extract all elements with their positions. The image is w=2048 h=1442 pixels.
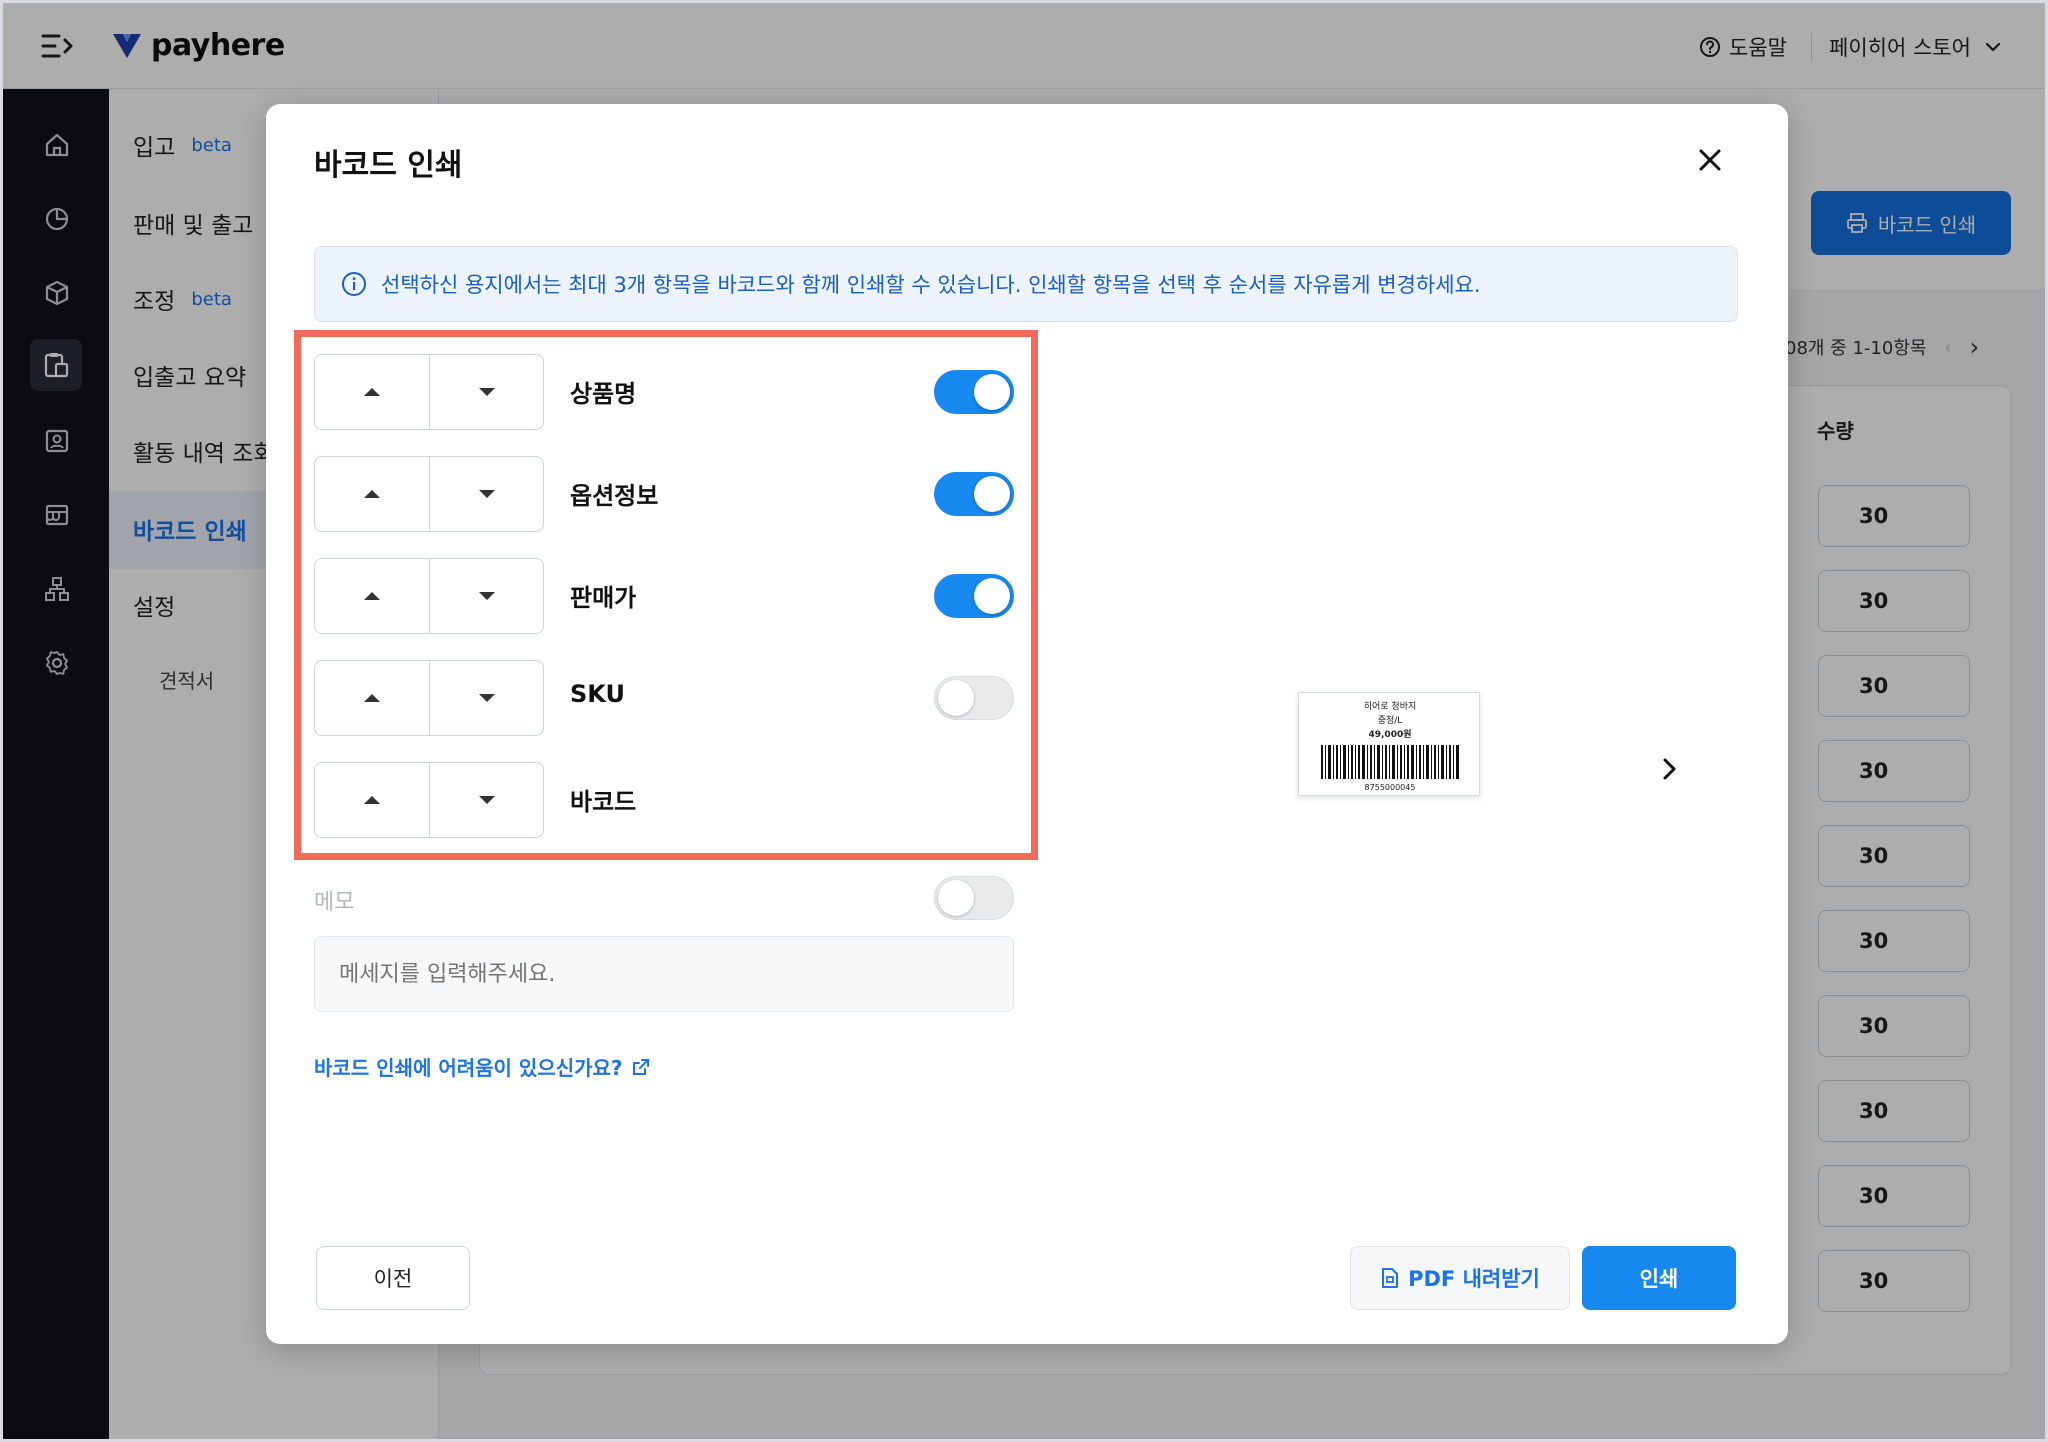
help-link-text: 바코드 인쇄에 어려움이 있으신가요? [314, 1056, 623, 1080]
memo-input[interactable] [314, 936, 1014, 1012]
barcode-print-modal: 바코드 인쇄 선택하신 용지에서는 최대 3개 항목을 바코드와 함께 인쇄할 … [266, 104, 1788, 1344]
close-button[interactable] [1692, 142, 1728, 178]
toggle-knob [938, 880, 974, 916]
preview-option: 중청/L [1377, 716, 1403, 726]
barcode-help-link[interactable]: 바코드 인쇄에 어려움이 있으신가요? [314, 1052, 651, 1081]
info-icon [342, 272, 366, 296]
preview-barcode-number: 8755000045 [1364, 783, 1416, 792]
memo-label: 메모 [314, 890, 355, 915]
modal-title: 바코드 인쇄 [314, 148, 463, 183]
memo-toggle[interactable] [934, 876, 1014, 920]
print-button[interactable]: 인쇄 [1582, 1246, 1736, 1310]
preview-next-button[interactable] [1654, 754, 1684, 784]
barcode-graphic [1321, 745, 1459, 779]
barcode-label-preview: 히어로 청바지 중청/L 49,000원 8755000045 [1298, 692, 1480, 796]
app-window: payhere 도움말 페이히어 스토어 입고 beta 판매 및 출고 조정 … [0, 0, 2048, 1442]
preview-product-name: 히어로 청바지 [1363, 702, 1417, 712]
close-icon [1699, 149, 1721, 171]
highlight-outline [294, 330, 1038, 860]
document-icon [1382, 1268, 1399, 1288]
pdf-button-label: PDF 내려받기 [1408, 1267, 1540, 1291]
pdf-download-button[interactable]: PDF 내려받기 [1350, 1246, 1570, 1310]
external-link-icon [632, 1058, 649, 1075]
preview-price: 49,000원 [1368, 730, 1412, 740]
info-banner: 선택하신 용지에서는 최대 3개 항목을 바코드와 함께 인쇄할 수 있습니다.… [314, 246, 1738, 322]
chevron-right-icon [1663, 758, 1676, 780]
info-text: 선택하신 용지에서는 최대 3개 항목을 바코드와 함께 인쇄할 수 있습니다.… [381, 273, 1481, 297]
previous-button[interactable]: 이전 [316, 1246, 470, 1310]
